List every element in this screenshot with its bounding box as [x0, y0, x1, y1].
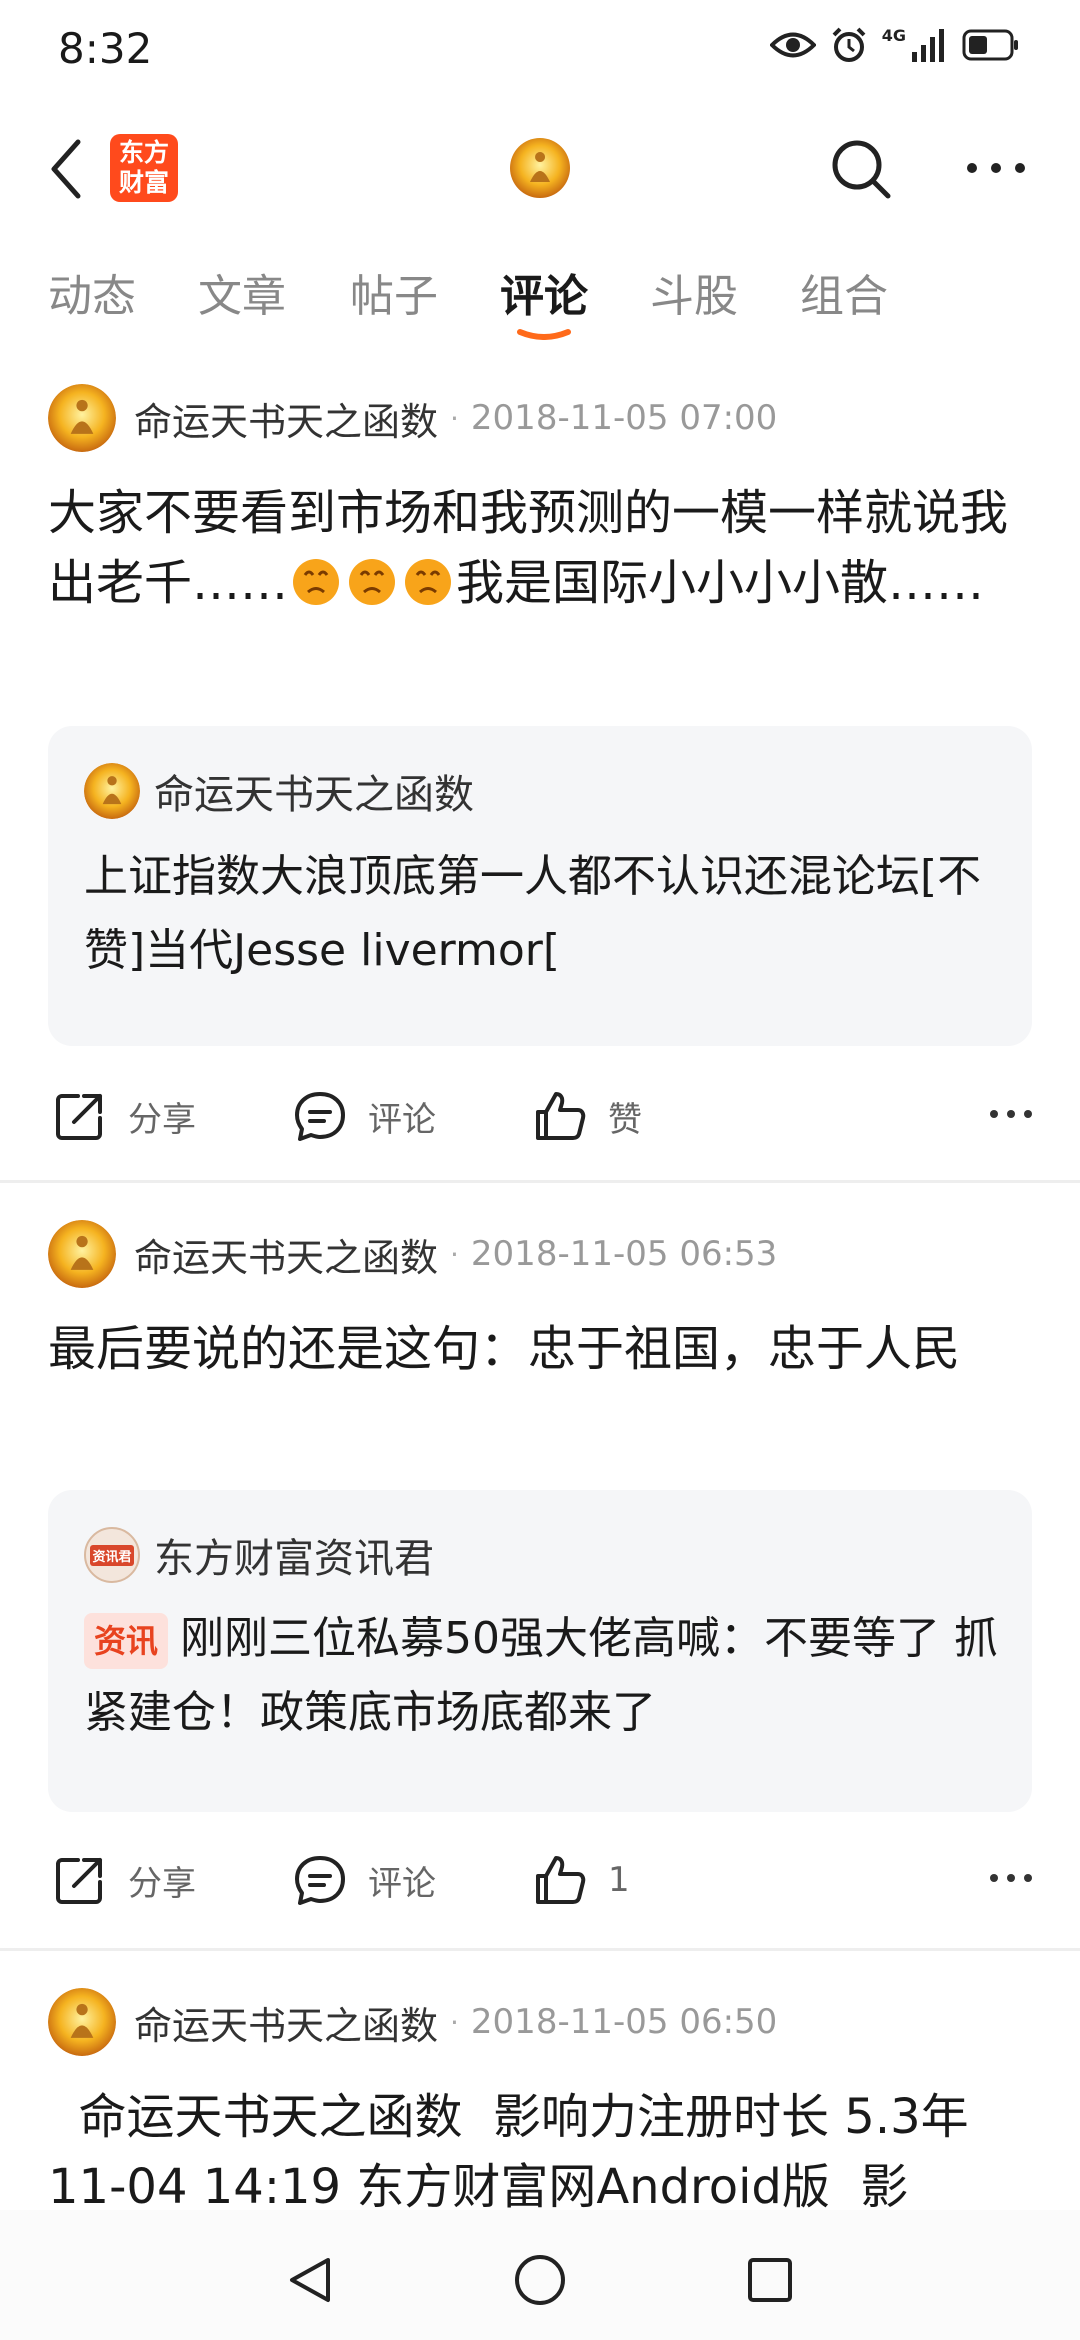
network-label: 4G — [881, 26, 906, 45]
quoted-author-name: 命运天书天之函数 — [154, 772, 474, 818]
alarm-icon — [832, 27, 866, 62]
post-time: 2018-11-05 06:50 — [470, 2002, 778, 2042]
more-options-icon[interactable] — [964, 158, 1028, 178]
author-name[interactable]: 命运天书天之函数 — [134, 391, 438, 446]
like-button[interactable]: 1 — [532, 1852, 630, 1908]
confused-emoji-icon — [349, 559, 396, 605]
status-icons: 4G — [769, 26, 1020, 64]
share-button[interactable]: 分享 — [52, 1088, 196, 1144]
nav-bar: 东方财富 — [0, 110, 1080, 230]
eye-icon — [769, 32, 816, 58]
quoted-post-header: 命运天书天之函数 — [84, 762, 474, 820]
separator-dot: · — [450, 401, 459, 435]
tab-bar: 动态 文章 帖子 评论 斗股 组合 — [0, 260, 1080, 340]
post-more-icon[interactable] — [988, 1872, 1034, 1884]
tab-posts[interactable]: 帖子 — [350, 260, 438, 324]
share-label: 分享 — [128, 1863, 196, 1904]
post-text[interactable]: 命运天书天之函数 影响力注册时长 5.3年 11-04 14:19 东方财富网A… — [48, 2082, 1032, 2222]
post-divider — [0, 1180, 1080, 1183]
tab-comments[interactable]: 评论 — [500, 260, 588, 324]
author-avatar[interactable] — [48, 1220, 116, 1288]
nav-back-icon[interactable] — [282, 2252, 338, 2308]
app-logo[interactable]: 东方财富 — [110, 134, 178, 202]
author-avatar[interactable] — [48, 384, 116, 452]
separator-dot: · — [450, 1237, 459, 1271]
post-header: 命运天书天之函数 · 2018-11-05 06:53 — [48, 1218, 777, 1290]
share-icon — [56, 1858, 102, 1904]
quoted-author-name: 东方财富资讯君 — [154, 1536, 434, 1582]
status-bar: 8:32 4G — [0, 0, 1080, 100]
profile-avatar[interactable] — [510, 138, 570, 198]
post-actions: 分享 评论 赞 — [0, 1080, 1080, 1160]
tab-stock-battle[interactable]: 斗股 — [650, 260, 738, 324]
quoted-news[interactable]: 资讯君 东方财富资讯君 资讯 刚刚三位私募50强大佬高喊：不要等了 抓紧建仓！政策… — [48, 1490, 1032, 1812]
comment-button[interactable]: 评论 — [292, 1852, 436, 1908]
share-label: 分享 — [128, 1099, 196, 1140]
like-button[interactable]: 赞 — [532, 1088, 642, 1144]
news-headline: 刚刚三位私募50强大佬高喊：不要等了 抓紧建仓！政策底市场底都来了 — [84, 1613, 998, 1738]
post-more-icon[interactable] — [988, 1108, 1034, 1120]
like-label: 赞 — [608, 1099, 642, 1140]
status-time: 8:32 — [58, 24, 153, 73]
comment-label: 评论 — [368, 1863, 436, 1904]
comment-label: 评论 — [368, 1099, 436, 1140]
post-header: 命运天书天之函数 · 2018-11-05 07:00 — [48, 382, 777, 454]
confused-emoji-icon — [405, 559, 452, 605]
author-avatar[interactable] — [48, 1988, 116, 2056]
post-time: 2018-11-05 06:53 — [470, 1234, 778, 1274]
back-icon[interactable] — [42, 136, 92, 202]
confused-emoji-icon — [293, 559, 340, 605]
comment-icon — [295, 1092, 345, 1141]
share-icon — [56, 1094, 102, 1140]
search-icon[interactable] — [826, 134, 896, 204]
quoted-post-header: 资讯君 东方财富资讯君 — [84, 1526, 434, 1584]
author-name[interactable]: 命运天书天之函数 — [134, 1227, 438, 1282]
news-tag: 资讯 — [84, 1613, 169, 1669]
like-count: 1 — [608, 1860, 630, 1900]
nav-recents-icon[interactable] — [742, 2252, 798, 2308]
nav-home-icon[interactable] — [512, 2252, 568, 2308]
quoted-post-text: 上证指数大浪顶底第一人都不认识还混论坛[不赞]当代Jesse livermor[ — [84, 851, 982, 976]
thumbs-up-icon — [536, 1856, 586, 1904]
post-actions: 分享 评论 1 — [0, 1844, 1080, 1924]
comment-button[interactable]: 评论 — [292, 1088, 436, 1144]
signal-icon — [912, 29, 944, 62]
separator-dot: · — [450, 2005, 459, 2039]
post-header: 命运天书天之函数 · 2018-11-05 06:50 — [48, 1986, 777, 2058]
tab-articles[interactable]: 文章 — [198, 260, 286, 324]
post-text-part: 我是国际小小小小散…… — [456, 555, 985, 611]
post-time: 2018-11-05 07:00 — [470, 398, 778, 438]
quoted-author-avatar — [84, 763, 140, 819]
post-divider — [0, 1948, 1080, 1951]
thumbs-up-icon — [536, 1092, 586, 1140]
quoted-post[interactable]: 命运天书天之函数 上证指数大浪顶底第一人都不认识还混论坛[不赞]当代Jesse … — [48, 726, 1032, 1046]
system-nav-bar — [0, 2210, 1080, 2340]
tab-dynamics[interactable]: 动态 — [48, 260, 136, 324]
post-text[interactable]: 最后要说的还是这句：忠于祖国，忠于人民 — [48, 1314, 1032, 1384]
news-bot-avatar-text: 资讯君 — [90, 1544, 134, 1566]
author-name[interactable]: 命运天书天之函数 — [134, 1995, 438, 2050]
active-tab-indicator — [517, 329, 571, 340]
post-text[interactable]: 大家不要看到市场和我预测的一模一样就说我出老千…… 我是国际小小小小散…… — [48, 478, 1032, 618]
news-bot-avatar: 资讯君 — [84, 1527, 140, 1583]
battery-icon — [962, 29, 1018, 61]
tab-portfolio[interactable]: 组合 — [800, 260, 888, 324]
comment-icon — [295, 1856, 345, 1905]
share-button[interactable]: 分享 — [52, 1852, 196, 1908]
quoted-news-text: 资讯 刚刚三位私募50强大佬高喊：不要等了 抓紧建仓！政策底市场底都来了 — [84, 1602, 1014, 1750]
